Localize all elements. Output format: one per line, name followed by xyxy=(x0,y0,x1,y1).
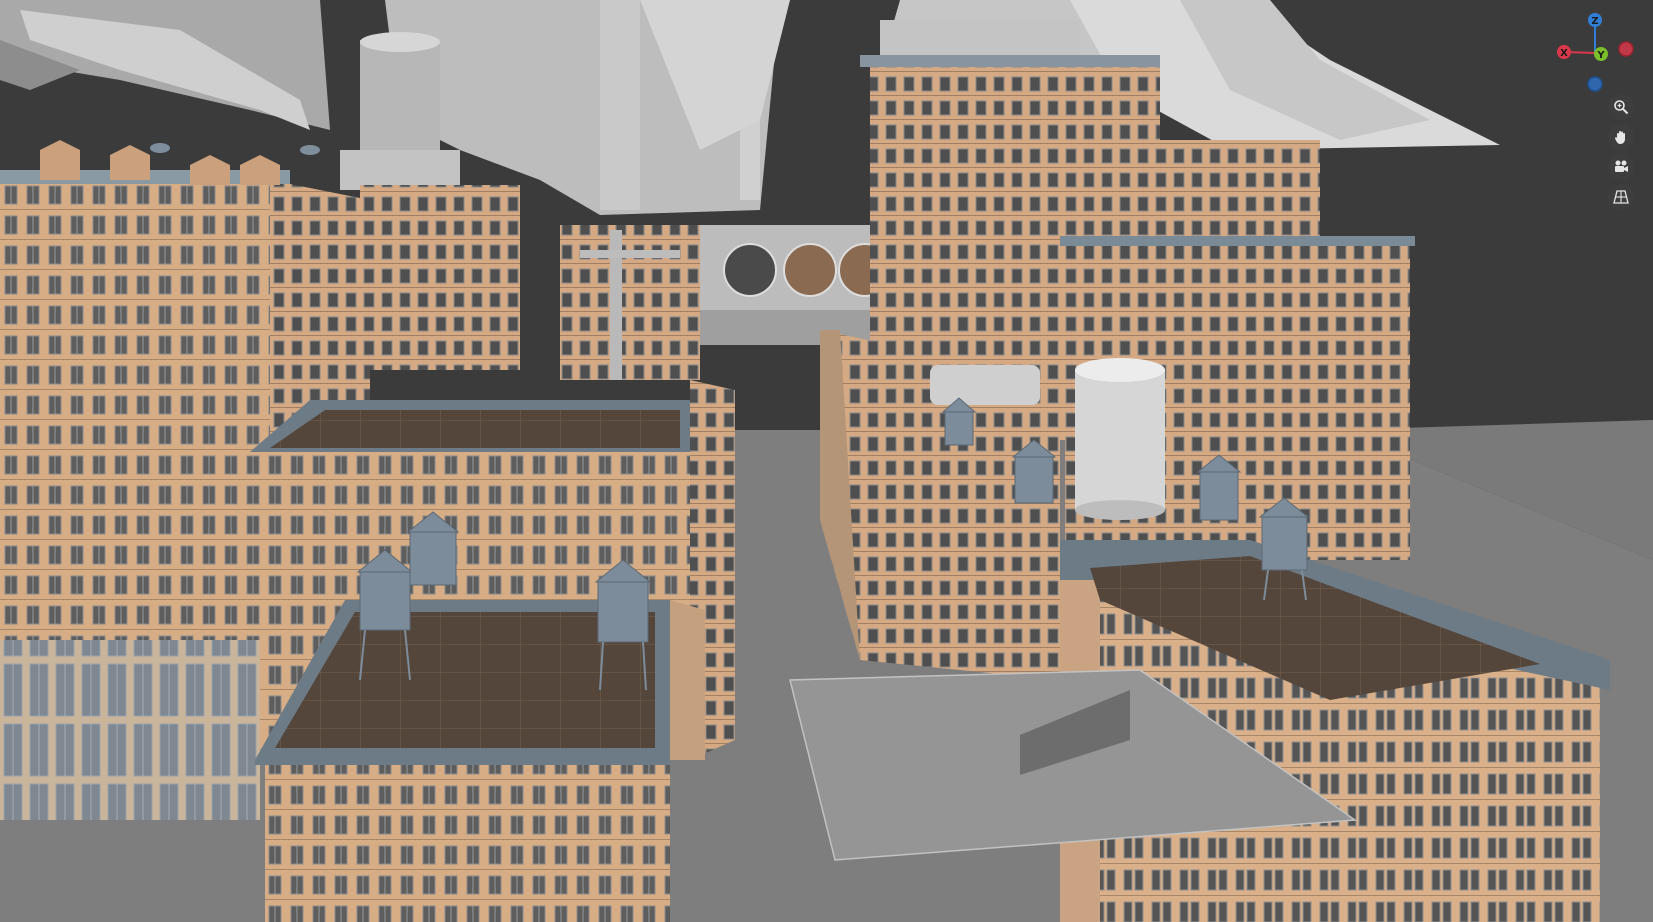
gizmo-z-negative[interactable] xyxy=(1587,76,1603,92)
camera-icon xyxy=(1615,160,1628,172)
gizmo-x-label: X xyxy=(1560,48,1568,59)
zoom-button[interactable] xyxy=(1608,94,1634,120)
gizmo-x-negative[interactable] xyxy=(1618,41,1634,57)
ortho-toggle-button[interactable] xyxy=(1608,184,1634,210)
navigation-gizmo[interactable]: Z X Y xyxy=(1550,8,1640,98)
3d-viewport[interactable]: Z X Y xyxy=(0,0,1653,922)
camera-view-button[interactable] xyxy=(1608,154,1634,180)
pan-hand-icon xyxy=(1614,131,1625,144)
scene-render xyxy=(0,0,1653,922)
gizmo-y-label: Y xyxy=(1596,50,1605,61)
zoom-icon xyxy=(1614,100,1629,115)
gizmo-z-label: Z xyxy=(1591,16,1598,27)
pan-button[interactable] xyxy=(1608,124,1634,150)
ortho-grid-icon xyxy=(1613,190,1629,204)
